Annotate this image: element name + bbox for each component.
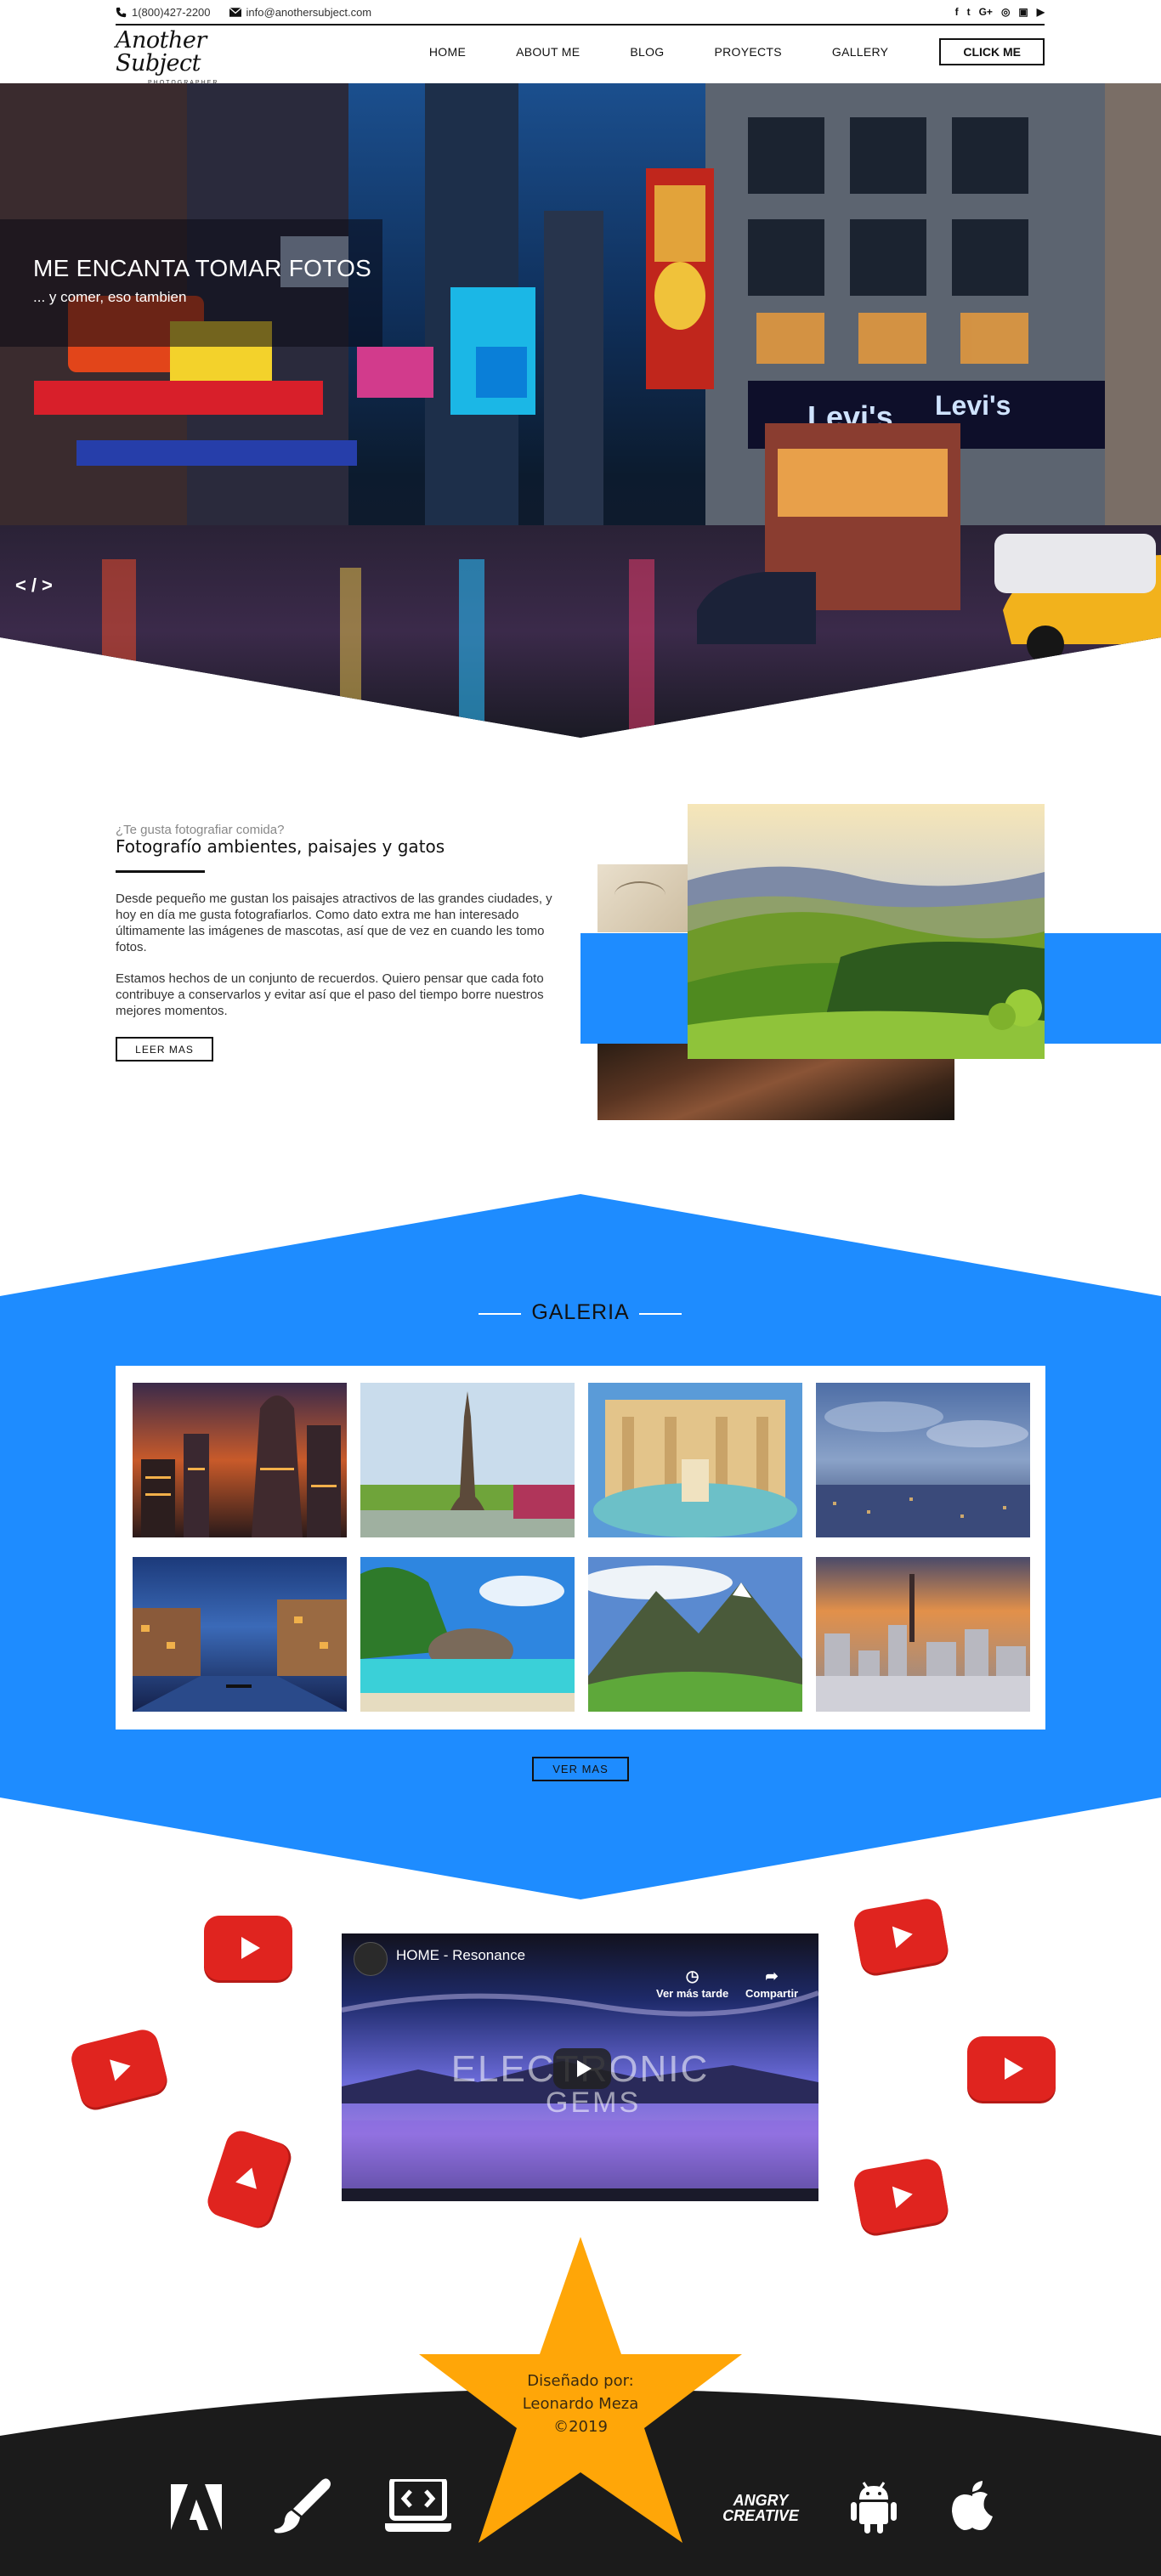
- youtube-icon: [204, 1916, 292, 1980]
- credit-year: ©2019: [553, 2418, 608, 2436]
- collage-notebook-image: [597, 864, 699, 932]
- email-address[interactable]: info@anothersubject.com: [246, 6, 372, 19]
- gallery-photo-rome[interactable]: [588, 1383, 802, 1537]
- angry-creative-text: ANGRY CREATIVE: [722, 2492, 799, 2524]
- instagram-icon[interactable]: ◎: [1001, 6, 1010, 18]
- twitch-icon[interactable]: ▣: [1018, 6, 1028, 18]
- view-more-button[interactable]: VER MAS: [532, 1757, 629, 1781]
- about-paragraph-2: Estamos hechos de un conjunto de recuerd…: [116, 971, 544, 1018]
- clock-icon: ◷: [685, 1967, 699, 1984]
- channel-avatar[interactable]: [354, 1942, 388, 1976]
- watch-later-label: Ver más tarde: [656, 1987, 729, 2000]
- gallery-photo-venice[interactable]: [133, 1557, 347, 1712]
- youtube-icon: [852, 2156, 950, 2236]
- about-paragraph-1: Desde pequeño me gustan los paisajes atr…: [116, 892, 552, 954]
- twitter-icon[interactable]: t: [967, 6, 971, 18]
- google-plus-icon[interactable]: G+: [979, 6, 993, 18]
- apple-icon[interactable]: [949, 2478, 996, 2533]
- read-more-button[interactable]: LEER MAS: [116, 1037, 213, 1062]
- share-button[interactable]: ➦ Compartir: [745, 1967, 798, 2000]
- video-player[interactable]: HOME - Resonance ◷ Ver más tarde ➦ Compa…: [342, 1933, 818, 2201]
- paintbrush-icon[interactable]: [272, 2478, 333, 2534]
- video-title[interactable]: HOME - Resonance: [396, 1947, 525, 1964]
- share-label: Compartir: [745, 1987, 799, 2000]
- youtube-icon: [68, 2026, 170, 2111]
- envelope-icon: [229, 7, 241, 17]
- footer-credit: Diseñado por: Leonardo Meza ©2019: [496, 2369, 665, 2438]
- gallery-photo-skyline[interactable]: [816, 1383, 1030, 1537]
- gallery-photo-paris[interactable]: [360, 1383, 575, 1537]
- social-links: f t G+ ◎ ▣ ▶: [955, 6, 1045, 18]
- angry-creative-logo[interactable]: ANGRY CREATIVE: [722, 2487, 799, 2529]
- hero-city-image: Levi's Levi's: [0, 83, 1161, 738]
- arrow-separator: /: [31, 575, 37, 596]
- svg-text:Levi's: Levi's: [935, 390, 1011, 421]
- click-me-button[interactable]: CLICK ME: [939, 38, 1045, 65]
- site-logo[interactable]: Another Subject PHOTOGRAPHER: [116, 25, 235, 86]
- video-art-line2: GEMS: [546, 2086, 642, 2119]
- youtube-icon: [852, 1896, 950, 1976]
- hero-subtitle: ... y comer, eso tambien: [33, 289, 187, 305]
- header-divider: [116, 24, 1045, 25]
- about-divider: [116, 870, 205, 873]
- android-icon[interactable]: [850, 2480, 898, 2534]
- nav-item-about[interactable]: ABOUT ME: [516, 45, 580, 59]
- nav-item-home[interactable]: HOME: [429, 45, 466, 59]
- nav-item-blog[interactable]: BLOG: [630, 45, 664, 59]
- credit-label: Diseñado por:: [527, 2372, 634, 2390]
- youtube-icon: [967, 2036, 1056, 2101]
- email-contact[interactable]: info@anothersubject.com: [229, 6, 372, 19]
- youtube-icon[interactable]: ▶: [1037, 6, 1045, 18]
- phone-icon: [116, 7, 127, 17]
- hero-slider: Levi's Levi's ME ENCANTA TOMAR FOTOS ...…: [0, 83, 1161, 738]
- gallery-title: GALERIA: [531, 1300, 630, 1324]
- hero-caption: ME ENCANTA TOMAR FOTOS ... y comer, eso …: [0, 219, 382, 347]
- youtube-icon: [203, 2126, 293, 2232]
- prev-arrow-icon[interactable]: <: [15, 575, 26, 597]
- credit-name: Leonardo Meza: [522, 2395, 639, 2413]
- play-button[interactable]: [553, 2048, 611, 2089]
- main-nav: HOME ABOUT ME BLOG PROYECTS GALLERY CLIC…: [379, 38, 1045, 65]
- gallery-photo-tokyo[interactable]: [816, 1557, 1030, 1712]
- collage-landscape-image: [688, 804, 1045, 1059]
- facebook-icon[interactable]: f: [955, 6, 959, 18]
- slider-arrows: < / >: [15, 575, 53, 597]
- share-icon: ➦: [765, 1967, 779, 1984]
- laptop-code-icon[interactable]: [384, 2478, 452, 2534]
- logo-wordmark: Another Subject: [116, 27, 207, 76]
- nav-item-projects[interactable]: PROYECTS: [714, 45, 781, 59]
- hero-title: ME ENCANTA TOMAR FOTOS: [33, 255, 372, 281]
- top-bar: 1(800)427-2200 info@anothersubject.com f…: [116, 0, 1045, 24]
- gallery-photo-london[interactable]: [133, 1383, 347, 1537]
- watch-later-button[interactable]: ◷ Ver más tarde: [656, 1967, 728, 2000]
- nav-item-gallery[interactable]: GALLERY: [832, 45, 888, 59]
- gallery-grid: [116, 1366, 1045, 1730]
- about-kicker: ¿Te gusta fotografiar comida?: [116, 823, 285, 837]
- gallery-photo-beach[interactable]: [360, 1557, 575, 1712]
- phone-number[interactable]: 1(800)427-2200: [132, 6, 211, 19]
- next-arrow-icon[interactable]: >: [42, 575, 53, 597]
- gallery-photo-mountains[interactable]: [588, 1557, 802, 1712]
- about-title: Fotografío ambientes, paisajes y gatos: [116, 836, 445, 857]
- adobe-icon[interactable]: [168, 2483, 224, 2531]
- phone-contact[interactable]: 1(800)427-2200: [116, 6, 211, 19]
- gallery-title-rule-right: [639, 1313, 682, 1315]
